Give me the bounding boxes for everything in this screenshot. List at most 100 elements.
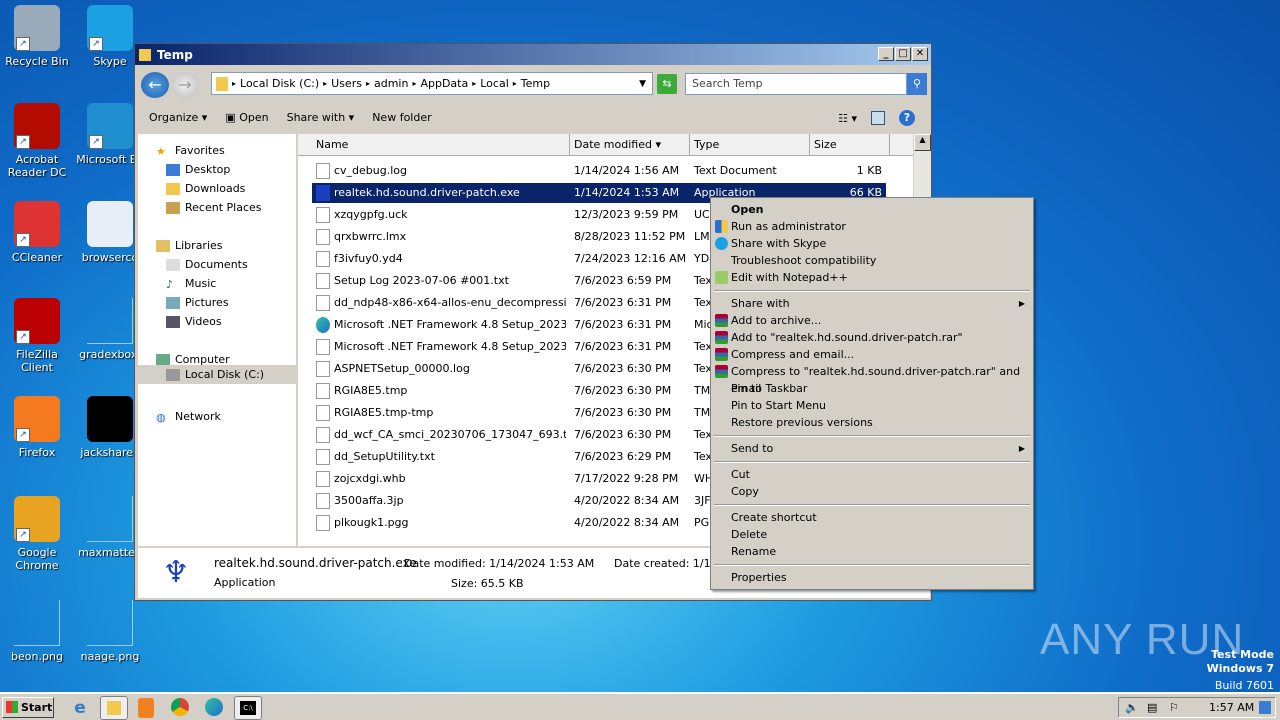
menu-item-pin-to-start-menu[interactable]: Pin to Start Menu: [711, 397, 1033, 414]
show-desktop-button[interactable]: [1259, 701, 1271, 714]
menu-item-cut[interactable]: Cut: [711, 466, 1033, 483]
breadcrumb[interactable]: ▸ Local Disk (C:) ▸ Users ▸ admin ▸ AppData ▸ Loc…: [211, 72, 653, 95]
column-header-size[interactable]: Size: [810, 134, 890, 156]
nav-documents[interactable]: Documents: [166, 258, 248, 271]
menu-item-copy[interactable]: Copy: [711, 483, 1033, 500]
desktop-icon[interactable]: ↗ CCleaner: [0, 201, 74, 264]
menu-item-add-to-archive[interactable]: Add to archive...: [711, 312, 1033, 329]
menu-item-properties[interactable]: Properties: [711, 569, 1033, 586]
column-header-type[interactable]: Type: [690, 134, 810, 156]
open-button[interactable]: ▣ Open: [225, 111, 268, 124]
menu-item-edit-with-notepad[interactable]: Edit with Notepad++: [711, 269, 1033, 286]
breadcrumb-item[interactable]: Users: [331, 77, 362, 90]
desktop-icon[interactable]: naage.png: [73, 600, 147, 663]
action-center-flag-icon[interactable]: ⚐: [1169, 698, 1179, 717]
breadcrumb-item[interactable]: admin: [374, 77, 408, 90]
preview-pane-icon[interactable]: [871, 111, 885, 125]
column-header-name[interactable]: Name: [312, 134, 570, 156]
desktop-icon[interactable]: ↗ Firefox: [0, 396, 74, 459]
view-options-icon[interactable]: ☷ ▾: [838, 112, 857, 125]
maximize-button[interactable]: □: [895, 47, 911, 61]
start-button[interactable]: Start: [2, 697, 54, 718]
breadcrumb-item[interactable]: Local Disk (C:): [240, 77, 319, 90]
search-input[interactable]: Search Temp: [685, 73, 907, 95]
file-name: Microsoft .NET Framework 4.8 Setup_20230…: [334, 318, 566, 331]
volume-icon[interactable]: 🔈: [1125, 698, 1139, 717]
close-button[interactable]: ✕: [912, 47, 928, 61]
minimize-button[interactable]: _: [878, 47, 894, 61]
organize-button[interactable]: Organize ▾: [149, 111, 207, 124]
forward-button[interactable]: →: [171, 72, 199, 98]
back-button[interactable]: ←: [141, 72, 169, 98]
menu-item-troubleshoot-compatibility[interactable]: Troubleshoot compatibility: [711, 252, 1033, 269]
breadcrumb-arrow[interactable]: ▸: [323, 79, 327, 88]
nav-local-disk[interactable]: Local Disk (C:): [138, 365, 296, 384]
desktop-icon[interactable]: ↗ FileZilla Client: [0, 298, 74, 374]
media-player-icon[interactable]: [138, 698, 154, 718]
menu-item-compress-and-email[interactable]: Compress and email...: [711, 346, 1033, 363]
menu-item-label: Create shortcut: [731, 511, 817, 524]
help-icon[interactable]: ?: [899, 110, 915, 126]
menu-item-share-with[interactable]: Share with ▶: [711, 295, 1033, 312]
menu-item-label: Troubleshoot compatibility: [731, 254, 877, 267]
internet-explorer-icon[interactable]: e: [70, 698, 90, 718]
nav-desktop[interactable]: Desktop: [166, 163, 230, 176]
new-folder-button[interactable]: New folder: [372, 111, 431, 124]
menu-item-add-to-realtek-hd-sound-driver-patch-rar[interactable]: Add to "realtek.hd.sound.driver-patch.ra…: [711, 329, 1033, 346]
file-date: 7/6/2023 6:31 PM: [574, 318, 672, 331]
file-date: 1/14/2024 1:56 AM: [574, 164, 680, 177]
details-file-name: realtek.hd.sound.driver-patch.exe: [214, 556, 417, 570]
nav-music[interactable]: ♪ Music: [166, 277, 216, 291]
search-icon[interactable]: ⚲: [907, 73, 927, 95]
menu-item-share-with-skype[interactable]: Share with Skype: [711, 235, 1033, 252]
menu-item-label: Edit with Notepad++: [731, 271, 848, 284]
chrome-icon[interactable]: [171, 698, 189, 716]
nav-videos[interactable]: Videos: [166, 315, 222, 328]
menu-item-run-as-administrator[interactable]: Run as administrator: [711, 218, 1033, 235]
title-bar[interactable]: Temp _ □ ✕: [135, 44, 931, 65]
nav-pictures[interactable]: Pictures: [166, 296, 229, 309]
desktop-icon[interactable]: beon.png: [0, 600, 74, 663]
edge-icon[interactable]: [205, 698, 223, 716]
desktop-icon[interactable]: ↗ Google Chrome: [0, 496, 74, 572]
column-header-date[interactable]: Date modified ▾: [570, 134, 690, 156]
breadcrumb-arrow[interactable]: ▸: [366, 79, 370, 88]
menu-item-send-to[interactable]: Send to ▶: [711, 440, 1033, 457]
nav-network[interactable]: ◍ Network: [156, 410, 221, 424]
breadcrumb-arrow[interactable]: ▸: [513, 79, 517, 88]
network-icon[interactable]: ▤: [1147, 698, 1157, 717]
breadcrumb-arrow[interactable]: ▸: [232, 79, 236, 88]
menu-item-pin-to-taskbar[interactable]: Pin to Taskbar: [711, 380, 1033, 397]
address-dropdown-icon[interactable]: ▼: [639, 79, 646, 89]
shortcut-arrow-icon: ↗: [16, 528, 30, 542]
clock[interactable]: 1:57 AM: [1209, 698, 1254, 717]
share-with-button[interactable]: Share with ▾: [287, 111, 355, 124]
menu-item-create-shortcut[interactable]: Create shortcut: [711, 509, 1033, 526]
menu-separator: [714, 504, 1030, 506]
file-row[interactable]: cv_debug.log 1/14/2024 1:56 AM Text Docume…: [312, 161, 886, 181]
desktop-icon[interactable]: ↗ Acrobat Reader DC: [0, 103, 74, 179]
shield-icon: [715, 220, 728, 233]
menu-item-restore-previous-versions[interactable]: Restore previous versions: [711, 414, 1033, 431]
folder-icon: [139, 48, 151, 61]
refresh-button[interactable]: ⇆: [657, 74, 677, 94]
menu-item-rename[interactable]: Rename: [711, 543, 1033, 560]
breadcrumb-item[interactable]: AppData: [420, 77, 468, 90]
nav-libraries[interactable]: Libraries: [156, 239, 223, 252]
desktop-icon[interactable]: ↗ Recycle Bin: [0, 5, 74, 68]
breadcrumb-arrow[interactable]: ▸: [472, 79, 476, 88]
menu-item-delete[interactable]: Delete: [711, 526, 1033, 543]
nav-recent-places[interactable]: Recent Places: [166, 201, 262, 214]
menu-item-open[interactable]: Open: [711, 201, 1033, 218]
menu-item-compress-to-realtek-hd-sound-driver-patch-rar-and-email[interactable]: Compress to "realtek.hd.sound.driver-pat…: [711, 363, 1033, 395]
breadcrumb-item[interactable]: Local: [480, 77, 509, 90]
breadcrumb-item[interactable]: Temp: [521, 77, 550, 90]
nav-downloads[interactable]: Downloads: [166, 182, 245, 195]
menu-item-label: Share with Skype: [731, 237, 827, 250]
nav-favorites[interactable]: ★ Favorites: [156, 144, 225, 158]
breadcrumb-arrow[interactable]: ▸: [412, 79, 416, 88]
file-date: 7/6/2023 6:31 PM: [574, 340, 672, 353]
cmd-taskbar-button[interactable]: C:\: [234, 696, 262, 720]
test-mode-label: Test Mode: [1211, 648, 1274, 661]
explorer-taskbar-button[interactable]: [100, 696, 128, 720]
